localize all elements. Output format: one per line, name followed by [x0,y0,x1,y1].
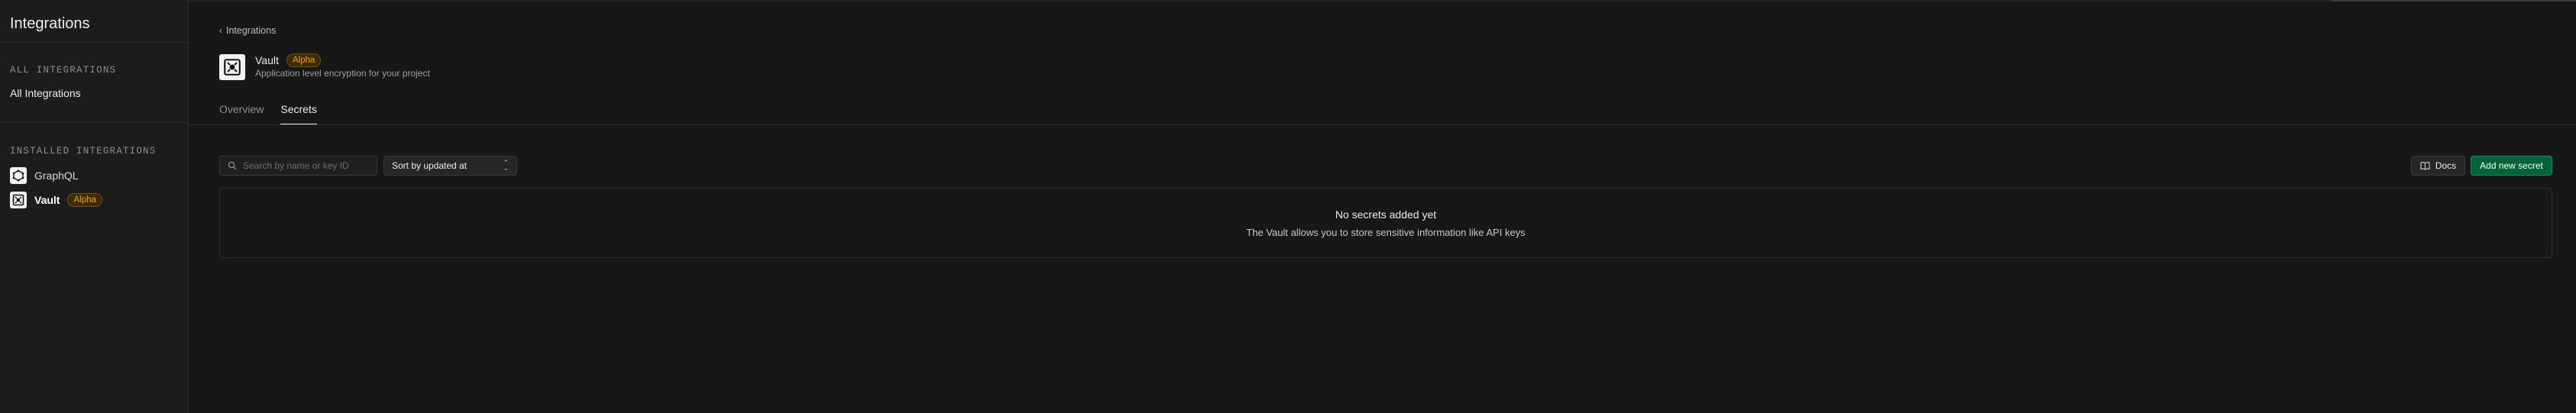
sidebar-section-all: All Integrations [10,65,117,76]
integration-name: Vault [255,54,279,66]
sort-label: Sort by updated at [392,160,468,171]
search-icon [228,161,237,170]
chevron-left-icon: ‹ [219,25,222,36]
breadcrumb-label: Integrations [226,25,277,36]
sidebar-item-label: Vault [34,194,60,206]
sort-dropdown[interactable]: Sort by updated at ⌃ ⌄ [383,156,517,176]
sidebar-divider [0,122,188,123]
empty-state-message: The Vault allows you to store sensitive … [1246,227,1526,238]
alpha-badge: Alpha [286,53,322,67]
sidebar: Integrations All Integrations All Integr… [0,0,189,413]
vault-icon [10,192,27,208]
sidebar-item-label: GraphQL [34,169,79,182]
sidebar-item-vault[interactable]: Vault Alpha [10,191,102,209]
search-input[interactable] [243,160,365,171]
alpha-badge: Alpha [67,193,102,207]
main-content: ‹ Integrations Vault Alpha Application l… [189,0,2576,413]
sidebar-title: Integrations [10,15,90,32]
chevron-up-down-icon: ⌃ ⌄ [503,159,509,172]
docs-label: Docs [2435,160,2457,171]
sidebar-divider [0,42,188,43]
tab-secrets[interactable]: Secrets [280,100,317,125]
tab-overview[interactable]: Overview [219,100,264,125]
empty-state: No secrets added yet The Vault allows yo… [219,188,2552,258]
sidebar-section-installed: Installed Integrations [10,146,157,156]
tab-bar: Overview Secrets [219,100,317,125]
tabs-divider [189,124,2576,125]
integration-header: Vault Alpha [255,53,322,67]
book-icon [2420,162,2430,170]
breadcrumb[interactable]: ‹ Integrations [219,25,276,36]
search-box[interactable] [219,156,377,176]
sidebar-item-all-integrations[interactable]: All Integrations [10,87,81,99]
vault-icon [219,54,245,80]
docs-button[interactable]: Docs [2411,156,2465,176]
empty-state-title: No secrets added yet [1335,208,1437,221]
sidebar-item-graphql[interactable]: GraphQL [10,166,79,185]
integration-description: Application level encryption for your pr… [255,68,430,79]
add-new-secret-button[interactable]: Add new secret [2471,156,2552,176]
graphql-icon [10,167,27,184]
